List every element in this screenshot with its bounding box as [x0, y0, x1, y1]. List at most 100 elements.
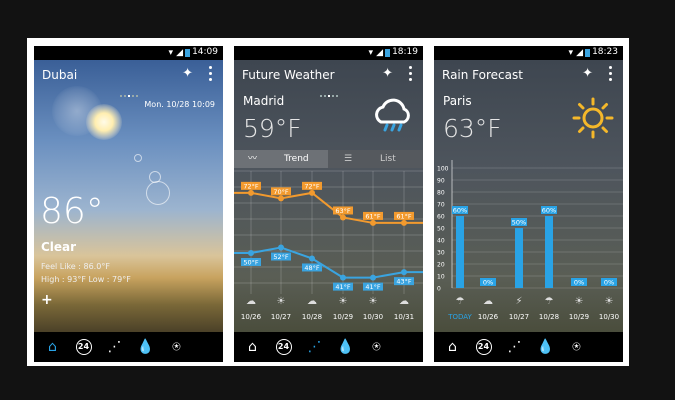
- date-time: Mon. 10/28 10:09: [144, 100, 215, 109]
- weather-icon: ☀: [604, 296, 614, 307]
- overflow-menu-icon[interactable]: [209, 66, 213, 84]
- 24h-icon: 24: [275, 339, 292, 355]
- y-tick-label: 60: [437, 214, 445, 221]
- y-tick-label: 70: [437, 202, 445, 209]
- current-temp: 86°: [40, 191, 104, 232]
- weather-icon: ☁: [246, 296, 256, 307]
- y-tick-label: 0: [437, 286, 441, 293]
- day-label: TODAY: [448, 313, 472, 321]
- weather-icon: ⚡: [515, 296, 523, 307]
- forecast-day[interactable]: ☁ 10/26: [236, 296, 266, 321]
- y-tick-label: 10: [437, 274, 445, 281]
- weather-icon: ☀: [276, 296, 286, 307]
- data-label: 70°F: [273, 188, 289, 196]
- data-label: 60%: [542, 207, 556, 215]
- forecast-day[interactable]: ☁ 10/28: [297, 296, 327, 321]
- home-icon[interactable]: ⌂: [437, 332, 468, 362]
- page-indicator: [34, 90, 223, 97]
- weather-icon: ☂: [455, 296, 465, 307]
- day-label: 10/26: [477, 313, 499, 321]
- profile-icon[interactable]: ⍟: [361, 332, 392, 362]
- day-label: 10/28: [301, 313, 323, 321]
- condition-text: Clear: [41, 240, 77, 254]
- weather-icon: ☂: [544, 296, 554, 307]
- data-label: 50%: [512, 219, 526, 227]
- forecast-day[interactable]: ⚡ 10/27: [504, 296, 534, 321]
- data-label: 72°F: [243, 182, 259, 190]
- home-icon[interactable]: ⌂: [37, 332, 68, 362]
- high-low: High : 93°F Low : 79°F: [41, 275, 131, 284]
- day-label: 10/31: [393, 313, 415, 321]
- forecast-day[interactable]: ☁ 10/26: [473, 296, 503, 321]
- weather-icon: ☁: [307, 296, 317, 307]
- drops-icon[interactable]: 💧: [530, 332, 561, 362]
- weather-icon: ☀: [368, 296, 378, 307]
- data-point: [340, 214, 346, 221]
- forecast-day[interactable]: ☀ 10/27: [266, 296, 296, 321]
- 24h-icon: 24: [475, 339, 492, 355]
- wifi-icon: ▾: [168, 48, 173, 58]
- nav-24h[interactable]: 24: [268, 332, 299, 362]
- data-label: 43°F: [396, 278, 412, 286]
- city-title[interactable]: Dubai: [42, 68, 77, 82]
- data-point: [248, 250, 254, 256]
- forecast-day[interactable]: ☀ 10/29: [564, 296, 594, 321]
- share-icon[interactable]: ⋰: [299, 332, 330, 362]
- home-icon[interactable]: ⌂: [237, 332, 268, 362]
- y-tick-label: 90: [437, 178, 445, 185]
- forecast-day[interactable]: ☀ 10/29: [328, 296, 358, 321]
- forecast-days: ☁ 10/26 ☀ 10/27 ☁ 10/28 ☀ 10/29 ☀ 10/30 ☁ 10/31: [234, 296, 423, 332]
- data-label: 60%: [453, 207, 467, 215]
- status-time: 14:09: [192, 47, 218, 57]
- data-label: 63°F: [335, 207, 351, 215]
- bottom-nav: ⌂ 24 ⋰ 💧 ⍟: [34, 332, 223, 362]
- lens-flare: [146, 181, 170, 205]
- forecast-day[interactable]: ☂ TODAY: [445, 296, 475, 321]
- rain-probability-chart: 100908070605040302010060%0%50%60%0% 0%: [437, 160, 623, 293]
- forecast-day[interactable]: ☁ 10/31: [389, 296, 419, 321]
- weather-icon: ☁: [483, 296, 493, 307]
- bottom-nav: ⌂ 24 ⋰ 💧 ⍟: [434, 332, 623, 362]
- y-tick-label: 20: [437, 262, 445, 269]
- data-label: 48°F: [304, 264, 320, 272]
- data-point: [309, 255, 315, 262]
- nav-24h[interactable]: 24: [468, 332, 499, 362]
- data-label: 0%: [574, 279, 584, 287]
- signal-icon: ◢: [176, 48, 183, 58]
- profile-icon[interactable]: ⍟: [161, 332, 192, 362]
- data-point: [278, 244, 284, 251]
- day-label: 10/29: [332, 313, 354, 321]
- data-label: 61°F: [365, 212, 381, 220]
- day-label: 10/26: [240, 313, 262, 321]
- share-icon[interactable]: ⋰: [499, 332, 530, 362]
- forecast-day[interactable]: ☀ 10/30: [358, 296, 388, 321]
- weather-icon: ☁: [399, 296, 409, 307]
- add-city-button[interactable]: +: [41, 292, 53, 308]
- magic-wand-icon[interactable]: ✦: [182, 66, 193, 81]
- drops-icon[interactable]: 💧: [330, 332, 361, 362]
- status-bar: ▾ ◢ 14:09: [34, 46, 223, 60]
- share-icon[interactable]: ⋰: [99, 332, 130, 362]
- y-tick-label: 80: [437, 190, 445, 197]
- drops-icon[interactable]: 💧: [130, 332, 161, 362]
- data-label: 41°F: [335, 283, 351, 291]
- y-tick-label: 40: [437, 238, 445, 245]
- day-label: 10/30: [598, 313, 620, 321]
- forecast-day[interactable]: ☀ 10/30: [594, 296, 623, 321]
- data-point: [401, 269, 407, 276]
- data-label: 41°F: [365, 283, 381, 291]
- phone-rain-forecast: ▾ ◢ 18:23 Rain Forecast ✦ Paris 63°F 100…: [434, 46, 623, 362]
- y-tick-label: 30: [437, 250, 445, 257]
- forecast-day[interactable]: ☂ 10/28: [534, 296, 564, 321]
- weather-icon: ☀: [338, 296, 348, 307]
- data-label: 61°F: [396, 212, 412, 220]
- day-label: 10/27: [270, 313, 292, 321]
- day-label: 10/28: [538, 313, 560, 321]
- rain-bar: [456, 216, 464, 288]
- nav-24h[interactable]: 24: [68, 332, 99, 362]
- profile-icon[interactable]: ⍟: [561, 332, 592, 362]
- data-label: 72°F: [304, 182, 320, 190]
- data-label: 52°F: [273, 253, 289, 261]
- phone-current-weather: ▾ ◢ 14:09 Dubai ✦ Mon. 10/28 10:09 86° C…: [34, 46, 223, 362]
- data-point: [309, 189, 315, 196]
